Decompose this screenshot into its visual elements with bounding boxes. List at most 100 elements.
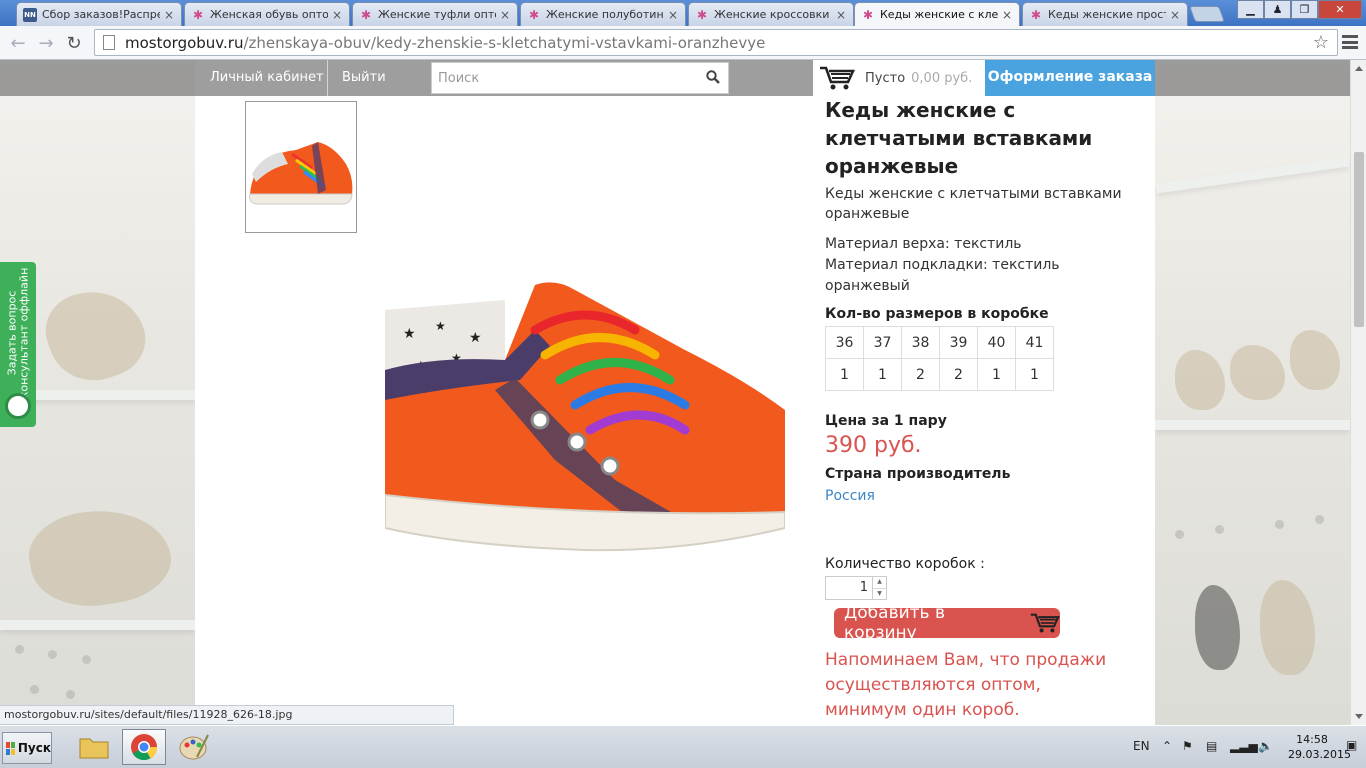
chrome-taskbar-icon[interactable] xyxy=(122,729,166,765)
tray-expand-icon[interactable]: ⌃ xyxy=(1162,739,1172,753)
shoe-silhouette xyxy=(22,498,178,617)
forward-arrow-icon[interactable]: → xyxy=(34,31,58,55)
count-cell: 1 xyxy=(863,358,902,391)
device-icon[interactable]: ▤ xyxy=(1206,739,1217,753)
svg-text:★: ★ xyxy=(435,319,446,333)
peg xyxy=(66,690,75,699)
start-button[interactable]: Пуск xyxy=(2,732,52,764)
back-arrow-icon[interactable]: ← xyxy=(6,31,30,55)
site-favicon-icon: ✱ xyxy=(696,7,708,22)
logout-link[interactable]: Выйти xyxy=(327,60,400,96)
tab-close-icon[interactable]: × xyxy=(1169,8,1181,22)
browser-tab[interactable]: NN Сбор заказов!Распределение × xyxy=(16,2,182,26)
shoe-silhouette xyxy=(1290,330,1340,390)
product-price: 390 руб. xyxy=(825,433,922,458)
browser-tab[interactable]: ✱ Женские полуботинки × xyxy=(520,2,686,26)
cart-status: Пусто xyxy=(865,70,906,86)
product-main-image[interactable]: ★★ ★★ ★★ xyxy=(384,260,786,560)
shelf xyxy=(0,620,195,630)
size-cell: 37 xyxy=(863,326,902,359)
windows-flag-icon xyxy=(6,741,15,755)
clock[interactable]: 14:58 29.03.2015 xyxy=(1288,732,1351,762)
svg-text:★: ★ xyxy=(403,326,416,342)
tab-close-icon[interactable]: × xyxy=(667,8,679,22)
browser-tab[interactable]: ✱ Женская обувь оптом × xyxy=(184,2,350,26)
paint-taskbar-icon[interactable] xyxy=(172,729,216,765)
tab-close-icon[interactable]: × xyxy=(1001,8,1013,22)
size-cell: 41 xyxy=(1015,326,1054,359)
count-cell: 1 xyxy=(977,358,1016,391)
tab-close-icon[interactable]: × xyxy=(835,8,847,22)
spin-up-icon[interactable]: ▲ xyxy=(873,577,886,588)
add-to-cart-button[interactable]: Добавить в корзину xyxy=(834,603,1060,643)
reload-icon[interactable]: ↻ xyxy=(62,31,86,55)
search-input[interactable]: Поиск xyxy=(431,62,729,94)
feedback-widget[interactable]: Задать вопрос консультант оффлайн xyxy=(0,262,36,427)
tab-title: Женские полуботинки xyxy=(546,8,664,21)
peg xyxy=(15,645,24,654)
quantity-spinner[interactable]: ▲ ▼ xyxy=(873,576,887,600)
site-favicon-icon: ✱ xyxy=(192,7,204,22)
sneaker-thumbnail-image xyxy=(249,142,353,205)
product-subtitle: Кеды женские с клетчатыми вставками оран… xyxy=(825,186,1122,222)
action-center-flag-icon[interactable]: ⚑ xyxy=(1182,739,1193,753)
address-bar[interactable]: mostorgobuv.ru/zhenskaya-obuv/kedy-zhens… xyxy=(94,29,1338,56)
tab-close-icon[interactable]: × xyxy=(163,8,175,22)
wholesale-notice: Напоминаем Вам, что продажи осуществляют… xyxy=(825,650,1107,720)
checkout-button[interactable]: Оформление заказа xyxy=(985,60,1155,96)
url-host: mostorgobuv.ru xyxy=(125,33,244,52)
size-cell: 38 xyxy=(901,326,940,359)
search-icon[interactable] xyxy=(706,70,720,84)
cart-icon xyxy=(1030,613,1060,633)
restore-icon[interactable]: ❐ xyxy=(1291,0,1318,19)
taskbar: Пуск EN ⌃ ⚑ ▤ ▂▃▅ 🔈 14:58 29.03.2015 ▣ xyxy=(0,725,1366,768)
browser-tab-active[interactable]: ✱ Кеды женские с клетчатыми × xyxy=(854,2,1020,26)
browser-tab-strip: NN Сбор заказов!Распределение × ✱ Женска… xyxy=(0,0,1366,26)
window-close-icon[interactable]: ✕ xyxy=(1318,0,1362,19)
peg xyxy=(1175,530,1184,539)
chat-logo-icon xyxy=(5,393,31,419)
language-indicator[interactable]: EN xyxy=(1133,739,1150,753)
scroll-up-icon[interactable] xyxy=(1355,66,1363,71)
quantity-stepper[interactable]: 1 ▲ ▼ xyxy=(825,576,1125,600)
volume-icon[interactable]: 🔈 xyxy=(1258,739,1273,753)
browser-tab[interactable]: ✱ Женские туфли оптом × xyxy=(352,2,518,26)
browser-tab[interactable]: ✱ Кеды женские простого × xyxy=(1022,2,1188,26)
minimize-icon[interactable]: ▁ xyxy=(1237,0,1264,19)
vertical-scrollbar[interactable] xyxy=(1350,60,1366,725)
scroll-thumb[interactable] xyxy=(1354,152,1364,327)
search-placeholder: Поиск xyxy=(438,70,480,86)
shoe-silhouette xyxy=(35,276,156,394)
tab-close-icon[interactable]: × xyxy=(499,8,511,22)
spin-down-icon[interactable]: ▼ xyxy=(873,587,886,600)
count-cell: 1 xyxy=(1015,358,1054,391)
account-link[interactable]: Личный кабинет xyxy=(196,60,338,96)
country-heading: Страна производитель xyxy=(825,466,1011,482)
user-icon[interactable]: ♟ xyxy=(1264,0,1291,19)
new-tab-button[interactable] xyxy=(1189,6,1225,22)
cart-sum: 0,00 руб. xyxy=(911,70,973,86)
feedback-status: консультант оффлайн xyxy=(17,267,31,398)
size-cell: 36 xyxy=(825,326,864,359)
tab-title: Женские туфли оптом xyxy=(378,8,496,21)
bookmark-star-icon[interactable]: ☆ xyxy=(1313,32,1329,53)
chrome-menu-icon[interactable] xyxy=(1342,34,1358,50)
explorer-folder-icon[interactable] xyxy=(72,729,116,765)
mini-cart[interactable]: Пусто 0,00 руб. xyxy=(813,60,985,96)
tab-title: Кеды женские с клетчатыми xyxy=(880,8,998,21)
quantity-input[interactable]: 1 xyxy=(825,576,873,600)
notification-icon[interactable]: ▣ xyxy=(1346,738,1357,752)
country-link[interactable]: Россия xyxy=(825,488,1125,504)
shelf xyxy=(1155,420,1350,430)
network-signal-icon[interactable]: ▂▃▅ xyxy=(1230,739,1258,753)
site-top-bar: Личный кабинет Выйти Поиск Пусто 0,00 ру… xyxy=(0,60,1350,96)
browser-tab[interactable]: ✱ Женские кроссовки оптом × xyxy=(688,2,854,26)
shoe-silhouette xyxy=(1230,345,1285,400)
product-thumbnail[interactable] xyxy=(245,101,357,233)
shoe-silhouette xyxy=(1175,350,1225,410)
tab-close-icon[interactable]: × xyxy=(331,8,343,22)
size-cell: 39 xyxy=(939,326,978,359)
product-title: Кеды женские с клетчатыми вставками оран… xyxy=(825,98,1093,178)
divider xyxy=(825,510,1085,518)
scroll-down-icon[interactable] xyxy=(1355,714,1363,719)
